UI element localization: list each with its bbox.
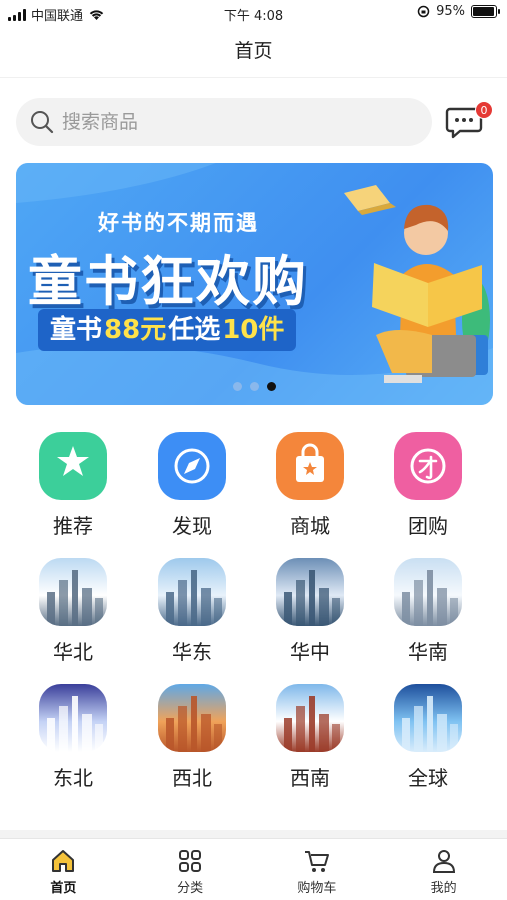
tab-label: 我的 xyxy=(430,881,457,896)
category-label: 商城 xyxy=(290,514,330,538)
page-title: 首页 xyxy=(0,28,507,78)
city-image-northeast xyxy=(39,684,107,752)
search-input[interactable] xyxy=(62,111,382,133)
city-image-southwest xyxy=(276,684,344,752)
category-item[interactable]: 西北 xyxy=(147,684,237,791)
message-badge: 0 xyxy=(475,101,493,119)
category-item[interactable]: 东北 xyxy=(28,684,118,791)
tab-home[interactable]: 首页 xyxy=(0,839,127,900)
category-item[interactable]: 团购 xyxy=(383,432,473,539)
city-image-east-china xyxy=(158,558,226,626)
promo-banner[interactable]: 好书的不期而遇 童书狂欢购 童书 88元 任选 10件 xyxy=(16,163,493,405)
carousel-indicator[interactable] xyxy=(233,382,276,391)
category-label: 发现 xyxy=(172,514,212,538)
category-label: 华南 xyxy=(408,640,448,664)
category-item[interactable]: 华中 xyxy=(265,558,355,665)
city-image-northwest xyxy=(158,684,226,752)
category-label: 西南 xyxy=(290,766,330,790)
tab-grid[interactable]: 分类 xyxy=(127,839,254,900)
banner-title: 童书狂欢购 xyxy=(28,250,308,313)
category-item[interactable]: 华北 xyxy=(28,558,118,665)
category-label: 全球 xyxy=(408,766,448,790)
status-right: 95% xyxy=(417,4,500,19)
cart-icon xyxy=(304,851,329,872)
battery-level xyxy=(473,7,494,16)
banner-subtitle: 好书的不期而遇 xyxy=(98,211,259,235)
carousel-dot[interactable] xyxy=(233,382,242,391)
carousel-dot[interactable] xyxy=(267,382,276,391)
tab-cart[interactable]: 购物车 xyxy=(254,839,381,900)
category-item[interactable]: 全球 xyxy=(383,684,473,791)
category-label: 华中 xyxy=(290,640,330,664)
category-label: 东北 xyxy=(53,766,93,790)
tab-label: 分类 xyxy=(177,881,204,896)
offer-count: 10件 xyxy=(222,315,285,345)
group-buy-icon xyxy=(394,432,462,500)
globe-image-global xyxy=(394,684,462,752)
status-bar: 中国联通 下午 4:08 95% xyxy=(0,0,507,28)
shopping-bag-icon xyxy=(276,432,344,500)
city-image-north-china xyxy=(39,558,107,626)
search-bar[interactable] xyxy=(16,98,432,146)
tab-label: 购物车 xyxy=(297,881,337,896)
category-item[interactable]: 华东 xyxy=(147,558,237,665)
section-divider xyxy=(0,830,507,838)
offer-price: 88元 xyxy=(104,315,167,345)
carousel-dot[interactable] xyxy=(250,382,259,391)
category-item[interactable]: 推荐 xyxy=(28,432,118,539)
city-image-central-china xyxy=(276,558,344,626)
compass-icon xyxy=(158,432,226,500)
city-image-south-china xyxy=(394,558,462,626)
category-item[interactable]: 西南 xyxy=(265,684,355,791)
tab-label: 首页 xyxy=(50,881,77,896)
home-icon xyxy=(52,850,75,872)
reading-child-illustration xyxy=(344,185,490,383)
banner-offer: 童书 88元 任选 10件 xyxy=(38,309,297,351)
battery-icon xyxy=(471,5,500,18)
category-label: 西北 xyxy=(172,766,212,790)
battery-percent: 95% xyxy=(436,4,465,19)
category-item[interactable]: 商城 xyxy=(265,432,355,539)
user-icon xyxy=(432,850,455,873)
offer-middle: 任选 xyxy=(168,315,221,345)
tab-bar: 首页 分类 购物车 我的 xyxy=(0,838,507,900)
category-label: 华北 xyxy=(53,640,93,664)
category-label: 团购 xyxy=(408,514,448,538)
search-icon xyxy=(31,111,54,134)
star-bag-icon xyxy=(39,432,107,500)
grid-icon xyxy=(179,850,202,872)
category-item[interactable]: 华南 xyxy=(383,558,473,665)
orientation-lock-icon xyxy=(417,5,430,18)
category-label: 华东 xyxy=(172,640,212,664)
category-label: 推荐 xyxy=(53,514,93,538)
tab-user[interactable]: 我的 xyxy=(380,839,507,900)
offer-prefix: 童书 xyxy=(50,315,103,345)
category-item[interactable]: 发现 xyxy=(147,432,237,539)
